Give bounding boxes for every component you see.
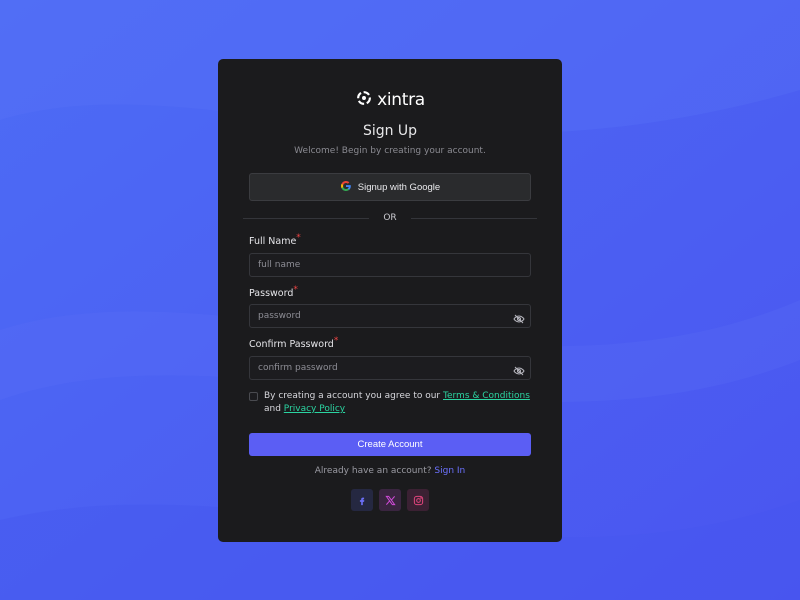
instagram-button[interactable] [407, 489, 429, 511]
facebook-icon [357, 491, 367, 510]
full-name-label: Full Name* [249, 233, 301, 247]
facebook-button[interactable] [351, 489, 373, 511]
password-label: Password* [249, 285, 298, 299]
full-name-input[interactable] [249, 253, 531, 277]
terms-text-before: By creating a account you agree to our [264, 391, 443, 401]
signin-prompt: Already have an account? Sign In [218, 466, 562, 476]
social-buttons [218, 489, 562, 511]
create-account-button[interactable]: Create Account [249, 433, 531, 456]
x-icon [384, 491, 396, 510]
terms-text-and: and [264, 404, 284, 414]
required-mark: * [296, 233, 301, 243]
terms-text: By creating a account you agree to our T… [264, 390, 534, 416]
brand-name: xintra [377, 90, 425, 110]
or-text: OR [383, 213, 397, 223]
divider-line-left [243, 217, 370, 219]
required-mark: * [293, 285, 298, 295]
google-icon [340, 180, 352, 195]
or-divider: OR [243, 212, 537, 224]
privacy-policy-link[interactable]: Privacy Policy [284, 404, 345, 414]
signup-card: xintra Sign Up Welcome! Begin by creatin… [218, 59, 562, 542]
google-signup-label: Signup with Google [357, 181, 441, 193]
instagram-icon [413, 491, 424, 510]
page-subtitle: Welcome! Begin by creating your account. [294, 146, 486, 156]
google-signup-button[interactable]: Signup with Google [249, 173, 531, 201]
x-button[interactable] [379, 489, 401, 511]
xintra-logo-icon [355, 89, 373, 111]
signin-prompt-text: Already have an account? [314, 466, 435, 476]
confirm-password-label: Confirm Password* [249, 336, 339, 350]
terms-conditions-link[interactable]: Terms & Conditions [443, 391, 530, 401]
full-name-label-text: Full Name [249, 236, 297, 247]
confirm-password-label-text: Confirm Password [249, 339, 334, 350]
divider-line-right [410, 217, 537, 219]
password-input[interactable] [249, 304, 531, 328]
page-title: Sign Up [362, 123, 418, 139]
eye-off-icon[interactable] [513, 362, 525, 376]
sign-in-link[interactable]: Sign In [434, 466, 465, 476]
brand-logo[interactable]: xintra [218, 89, 562, 111]
terms-checkbox[interactable] [249, 392, 258, 401]
required-mark: * [333, 336, 339, 346]
confirm-password-input[interactable] [249, 356, 531, 380]
password-label-text: Password [249, 288, 294, 299]
eye-off-icon[interactable] [513, 310, 525, 324]
